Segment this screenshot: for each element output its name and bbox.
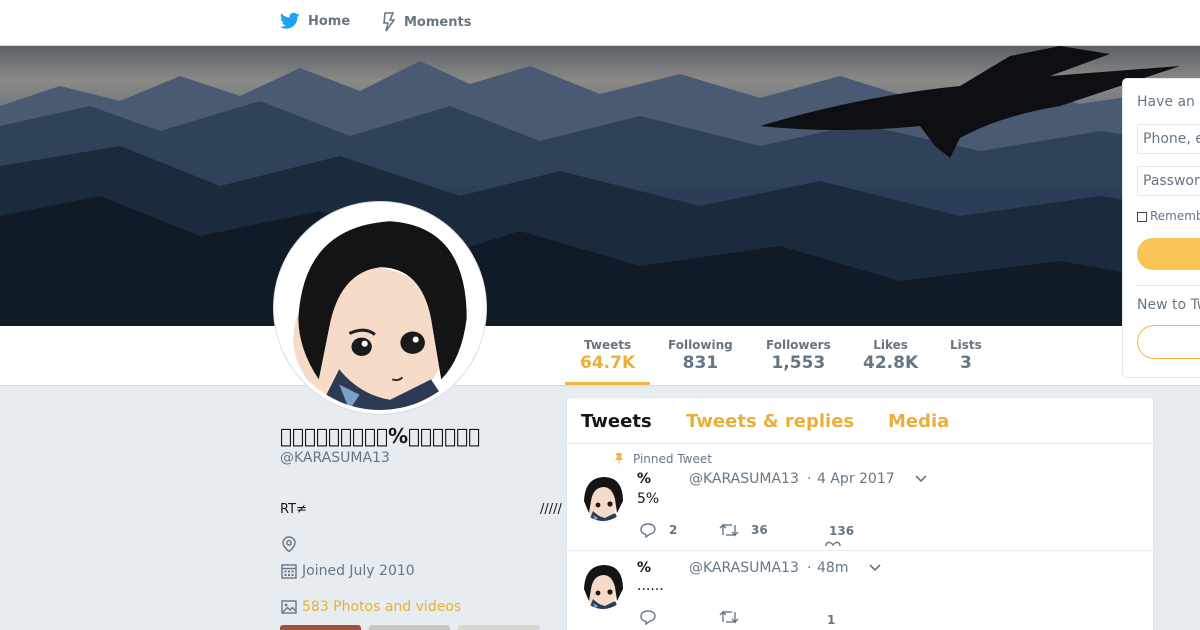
tweet-author-name[interactable]: % <box>637 471 651 487</box>
nav-moments-label: Moments <box>404 14 472 30</box>
profile-nav: Tweets 64.7K Following 831 Followers 1,5… <box>0 326 1200 386</box>
pinned-label: Pinned Tweet <box>633 452 712 466</box>
remember-me[interactable]: Rememb <box>1137 209 1200 223</box>
tweet-avatar[interactable] <box>579 561 627 609</box>
stat-followers-value: 1,553 <box>771 353 826 373</box>
profile-photos-link[interactable]: 583 Photos and videos <box>280 598 461 616</box>
stat-tweets-label: Tweets <box>584 338 632 352</box>
retweet-action[interactable]: 36 <box>719 522 768 538</box>
stat-likes-label: Likes <box>873 338 908 352</box>
nav-home-label: Home <box>308 13 351 29</box>
profile-name: 􀀀􀀀􀀀􀀀􀀀􀀀􀀀􀀀􀀀%􀀀􀀀􀀀􀀀􀀀􀀀 <box>280 424 481 448</box>
login-button[interactable] <box>1137 238 1200 270</box>
stat-tweets[interactable]: Tweets 64.7K <box>564 338 651 385</box>
nav-home[interactable]: Home <box>280 12 350 30</box>
stat-following-value: 831 <box>682 353 719 373</box>
password-input[interactable]: Passwor <box>1137 166 1200 196</box>
remember-checkbox[interactable] <box>1137 212 1147 222</box>
tweet[interactable]: Pinned Tweet % @KARASUMA13 · 4 Apr 2017 … <box>567 444 1155 551</box>
profile-avatar[interactable] <box>274 202 486 414</box>
tweet-author-handle[interactable]: @KARASUMA13 <box>689 560 799 576</box>
signup-button[interactable] <box>1137 325 1200 359</box>
stat-followers-label: Followers <box>766 338 831 352</box>
timeline-tabs: Tweets Tweets & replies Media <box>567 398 1153 444</box>
login-panel: Have an Phone, e Passwor Rememb New to T… <box>1122 78 1200 378</box>
pinned-indicator: Pinned Tweet <box>613 452 712 466</box>
stat-lists[interactable]: Lists 3 <box>950 338 982 373</box>
tweet-author-name[interactable]: % <box>637 560 651 576</box>
reply-icon <box>640 523 656 538</box>
anime-avatar-image <box>278 206 482 410</box>
tweet-author-handle[interactable]: @KARASUMA13 <box>689 471 799 487</box>
tab-tweets-replies[interactable]: Tweets & replies <box>686 411 854 432</box>
like-count: 1 <box>827 613 836 627</box>
login-title: Have an <box>1137 94 1195 110</box>
profile-photos-text: 583 Photos and videos <box>302 599 462 615</box>
retweet-action[interactable] <box>719 609 751 625</box>
twitter-bird-icon <box>280 12 300 29</box>
new-to-twitter-text: New to Tw <box>1137 297 1200 313</box>
like-action[interactable]: 1 <box>827 613 835 627</box>
tweet[interactable]: % @KARASUMA13 · 48m ...... 1 <box>567 551 1155 630</box>
stat-likes[interactable]: Likes 42.8K <box>863 338 918 373</box>
stat-followers[interactable]: Followers 1,553 <box>766 338 831 373</box>
stat-lists-value: 3 <box>959 353 972 373</box>
stat-tweets-value: 64.7K <box>580 353 636 373</box>
tweet-text: 5% <box>637 491 660 507</box>
reply-action[interactable]: 2 <box>639 522 677 538</box>
tweet-separator: · <box>807 560 812 576</box>
anime-avatar-image <box>579 473 627 521</box>
like-action[interactable]: 136 <box>829 524 854 538</box>
banner-mountains <box>0 46 1200 326</box>
stat-following-label: Following <box>668 338 733 352</box>
tweet-timestamp[interactable]: 48m <box>817 560 848 576</box>
reply-count: 2 <box>669 523 678 537</box>
calendar-icon <box>281 564 297 579</box>
chevron-down-icon[interactable] <box>915 473 927 487</box>
photo-thumbnail[interactable] <box>369 625 450 630</box>
profile-bio: RT≠ <box>280 502 307 517</box>
profile-location <box>280 535 302 553</box>
pin-icon <box>615 453 623 465</box>
stat-following[interactable]: Following 831 <box>668 338 733 373</box>
tab-tweets[interactable]: Tweets <box>581 411 652 432</box>
anime-avatar-image <box>579 561 627 609</box>
stat-likes-value: 42.8K <box>863 353 919 373</box>
like-count: 136 <box>829 524 855 538</box>
reply-icon <box>640 610 656 625</box>
profile-banner[interactable] <box>0 46 1200 326</box>
tweet-text: ...... <box>637 578 664 594</box>
reply-action[interactable] <box>639 609 669 625</box>
heart-icon[interactable] <box>825 540 853 550</box>
profile-bio-end: ///// <box>540 502 562 517</box>
tweet-avatar[interactable] <box>579 473 627 521</box>
stat-lists-label: Lists <box>950 338 982 352</box>
retweet-count: 36 <box>751 523 768 537</box>
image-icon <box>281 600 297 614</box>
retweet-icon <box>719 523 739 537</box>
phone-input[interactable]: Phone, e <box>1137 124 1200 154</box>
divider <box>1137 285 1200 286</box>
profile-joined: Joined July 2010 <box>280 562 415 580</box>
nav-moments[interactable]: Moments <box>382 12 471 32</box>
timeline: Tweets Tweets & replies Media Pinned Twe… <box>566 397 1155 630</box>
photo-thumbnail[interactable] <box>280 625 361 630</box>
chevron-down-icon[interactable] <box>869 562 881 576</box>
photo-thumbnail[interactable] <box>458 625 540 630</box>
profile-joined-text: Joined July 2010 <box>302 563 415 579</box>
top-navbar: Home Moments <box>0 0 1200 46</box>
profile-handle[interactable]: @KARASUMA13 <box>280 450 390 466</box>
tweet-separator: · <box>807 471 812 487</box>
location-pin-icon <box>282 536 296 553</box>
retweet-icon <box>719 610 739 624</box>
tab-media[interactable]: Media <box>888 411 949 432</box>
tweet-timestamp[interactable]: 4 Apr 2017 <box>817 471 895 487</box>
lightning-icon <box>383 12 396 32</box>
remember-label: Rememb <box>1150 209 1200 223</box>
